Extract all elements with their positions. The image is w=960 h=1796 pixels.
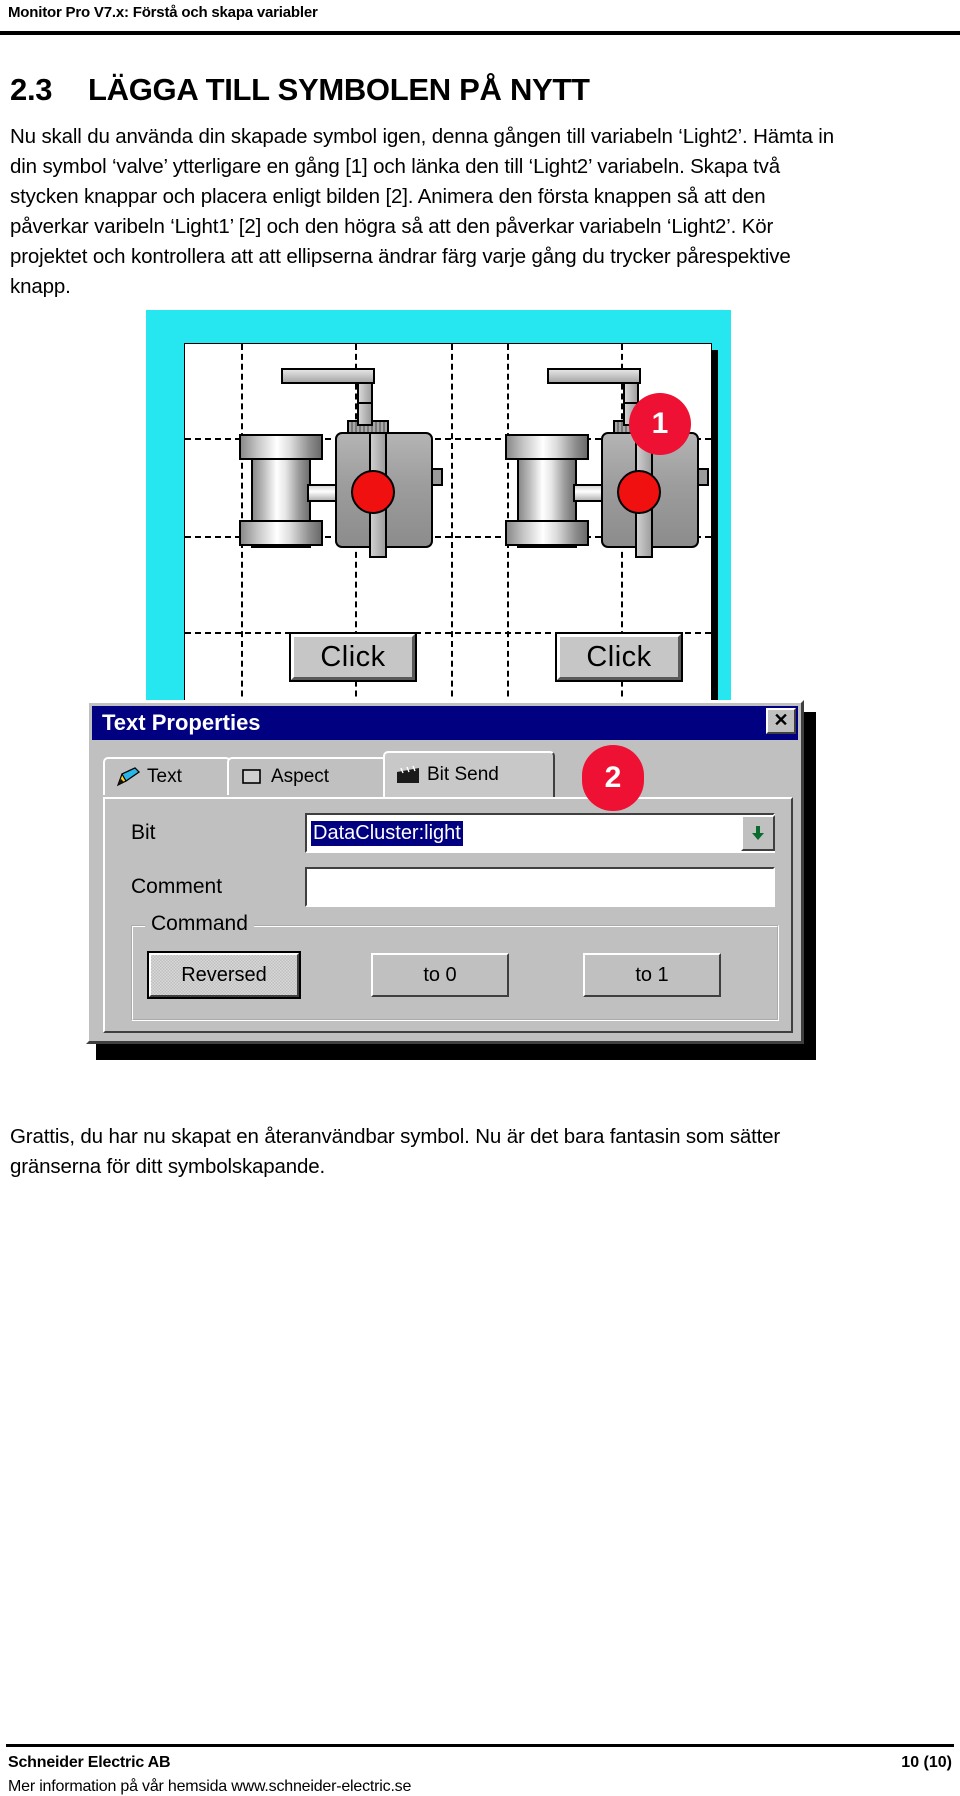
section-number: 2.3 xyxy=(10,72,53,107)
figure-text-properties-dialog: Text Properties ✕ Text Aspect Bit Send B… xyxy=(86,700,816,1060)
bit-field-input[interactable]: DataCluster:light xyxy=(305,813,775,853)
tab-bit-send-label: Bit Send xyxy=(427,764,499,785)
page-header: Monitor Pro V7.x: Förstå och skapa varia… xyxy=(0,0,960,42)
valve-nub xyxy=(697,468,709,486)
pipe-flange-top xyxy=(239,434,323,460)
section-heading: 2.3 LÄGGA TILL SYMBOLEN PÅ NYTT xyxy=(10,72,950,108)
runtime-canvas: Click Click xyxy=(184,343,712,747)
click-button-light1[interactable]: Click xyxy=(289,632,417,682)
status-ellipse-light2 xyxy=(617,470,661,514)
callout-badge-2: 2 xyxy=(582,745,644,811)
footer-page-number: 10 (10) xyxy=(901,1754,952,1771)
to-0-button[interactable]: to 0 xyxy=(371,953,509,997)
footer-info: Mer information på vår hemsida www.schne… xyxy=(8,1778,412,1795)
comment-field-value xyxy=(311,886,315,888)
status-ellipse-light1 xyxy=(351,470,395,514)
valve-symbol-1[interactable] xyxy=(219,368,449,592)
bit-send-panel: Bit DataCluster:light Comment Command Re… xyxy=(103,797,793,1033)
section-body-text: Nu skall du använda din skapade symbol i… xyxy=(10,125,834,298)
text-properties-dialog: Text Properties ✕ Text Aspect Bit Send B… xyxy=(86,700,804,1044)
clapperboard-icon xyxy=(395,764,421,786)
to-1-button[interactable]: to 1 xyxy=(583,953,721,997)
section-title: LÄGGA TILL SYMBOLEN PÅ NYTT xyxy=(88,72,590,107)
comment-field-label: Comment xyxy=(131,875,223,898)
running-header-title: Monitor Pro V7.x: Förstå och skapa varia… xyxy=(8,4,318,21)
tab-aspect-label: Aspect xyxy=(271,766,330,787)
footer-rule xyxy=(6,1744,954,1747)
comment-field-input[interactable] xyxy=(305,867,775,907)
bit-field-label: Bit xyxy=(131,821,156,844)
tab-bit-send[interactable]: Bit Send xyxy=(383,751,555,797)
header-rule xyxy=(0,31,960,35)
guide-vertical xyxy=(451,344,453,746)
dialog-title-text: Text Properties xyxy=(102,710,261,735)
pipe-flange-top xyxy=(505,434,589,460)
click-button-light2[interactable]: Click xyxy=(555,632,683,682)
bit-field-value: DataCluster:light xyxy=(311,820,463,846)
figure-runtime-screen: Click Click xyxy=(146,310,731,766)
valve-nub xyxy=(431,468,443,486)
valve-arm-horizontal xyxy=(281,368,375,384)
square-icon xyxy=(239,766,265,788)
tab-text-label: Text xyxy=(147,766,182,787)
footer-company: Schneider Electric AB xyxy=(8,1754,171,1771)
pipe-flange-bottom xyxy=(239,520,323,546)
valve-arm-horizontal xyxy=(547,368,641,384)
tab-text[interactable]: Text xyxy=(103,757,231,795)
dialog-title-bar: Text Properties xyxy=(92,706,798,740)
reversed-button[interactable]: Reversed xyxy=(147,951,301,999)
tab-aspect[interactable]: Aspect xyxy=(227,757,387,795)
pipe-flange-bottom xyxy=(505,520,589,546)
bit-dropdown-button[interactable] xyxy=(741,815,775,851)
pen-icon xyxy=(115,766,141,788)
close-icon[interactable]: ✕ xyxy=(766,708,796,734)
command-group-legend: Command xyxy=(145,912,254,936)
closing-paragraph: Grattis, du har nu skapat en återanvändb… xyxy=(10,1125,781,1178)
callout-badge-1: 1 xyxy=(629,393,691,455)
command-group: Command Reversed to 0 to 1 xyxy=(131,912,779,1021)
